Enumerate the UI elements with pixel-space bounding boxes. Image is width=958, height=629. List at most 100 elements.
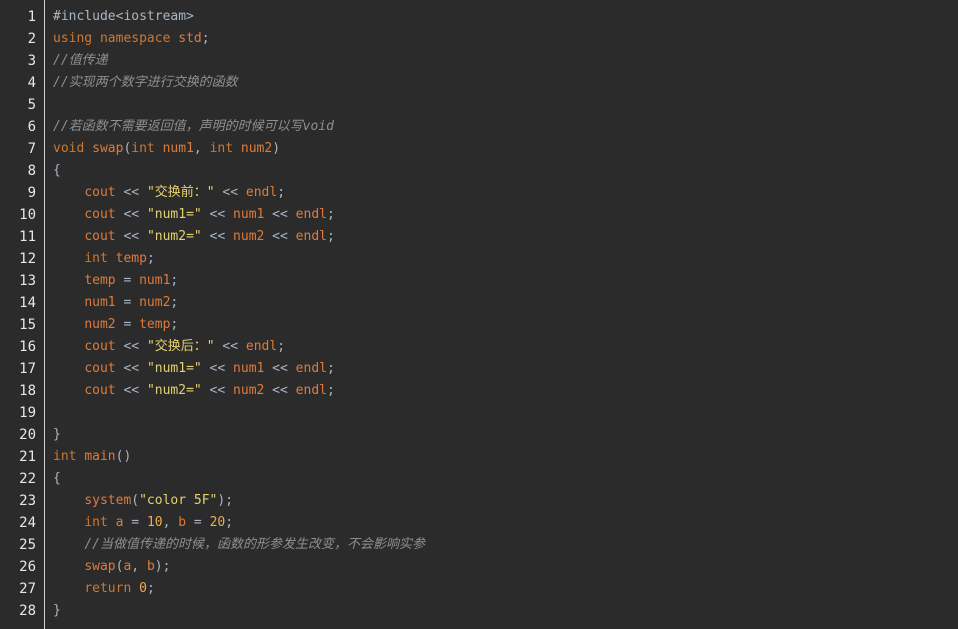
code-line[interactable]: cout << "num1=" << num1 << endl; — [53, 204, 958, 226]
code-token: { — [53, 163, 61, 178]
code-token: << — [201, 229, 234, 244]
line-number: 5 — [27, 97, 36, 113]
code-token: ; — [277, 339, 286, 354]
code-token: = — [123, 515, 147, 530]
code-line[interactable]: { — [53, 468, 958, 490]
code-token: num1 — [233, 207, 265, 222]
code-line[interactable]: num2 = temp; — [53, 314, 958, 336]
code-line[interactable]: int temp; — [53, 248, 958, 270]
line-number: 26 — [19, 559, 36, 575]
code-token: = — [115, 317, 140, 332]
code-token: "num1=" — [146, 207, 202, 222]
code-line[interactable]: cout << "num1=" << num1 << endl; — [53, 358, 958, 380]
code-token: cout — [84, 383, 116, 398]
code-token: << — [115, 185, 147, 200]
code-token: num1 — [233, 361, 265, 376]
code-token: , — [193, 141, 210, 156]
code-token: "交换后：" — [146, 339, 215, 354]
code-token: int — [131, 141, 155, 156]
code-token: std — [178, 31, 202, 46]
code-line[interactable]: num1 = num2; — [53, 292, 958, 314]
code-token: ; — [326, 383, 335, 398]
code-line[interactable]: cout << "交换前：" << endl; — [53, 182, 958, 204]
code-token: ( — [131, 493, 140, 508]
code-line[interactable]: void swap(int num1, int num2) — [53, 138, 958, 160]
line-number: 13 — [19, 273, 36, 289]
line-number: 20 — [19, 427, 36, 443]
code-token: = — [186, 515, 210, 530]
line-number: 23 — [19, 493, 36, 509]
code-line[interactable]: //实现两个数字进行交换的函数 — [53, 72, 958, 94]
code-line[interactable]: cout << "交换后：" << endl; — [53, 336, 958, 358]
code-token: = — [115, 295, 140, 310]
code-token: cout — [84, 207, 116, 222]
code-line[interactable] — [53, 402, 958, 424]
code-token: ; — [326, 229, 335, 244]
code-line[interactable]: system("color 5F"); — [53, 490, 958, 512]
code-token: << — [201, 207, 234, 222]
line-number: 17 — [19, 361, 36, 377]
line-number: 2 — [27, 31, 36, 47]
line-number: 11 — [19, 229, 36, 245]
code-token: << — [264, 383, 296, 398]
code-token: main — [84, 449, 116, 464]
code-token: num1 — [139, 273, 171, 288]
code-token: 20 — [209, 515, 226, 530]
code-token: cout — [84, 361, 116, 376]
code-token: b — [146, 559, 155, 574]
code-token: ; — [201, 31, 210, 46]
code-line[interactable]: int a = 10, b = 20; — [53, 512, 958, 534]
code-line[interactable]: //当做值传递的时候，函数的形参发生改变，不会影响实参 — [53, 534, 958, 556]
line-number-gutter: 1 2 3 4 5 6 7 8 9 10 11 12 13 14 15 16 17 18 19 20 21 22 23 24 2… — [0, 0, 45, 629]
code-line[interactable]: cout << "num2=" << num2 << endl; — [53, 226, 958, 248]
code-token: system — [84, 493, 132, 508]
code-line[interactable]: } — [53, 424, 958, 446]
code-token: return — [84, 581, 132, 596]
code-token: << — [264, 229, 296, 244]
code-line[interactable]: //值传递 — [53, 50, 958, 72]
code-token: << — [264, 361, 296, 376]
code-token: endl — [245, 185, 278, 200]
code-token: "num1=" — [146, 361, 202, 376]
code-token: temp — [84, 273, 116, 288]
line-number: 3 — [27, 53, 36, 69]
code-token: endl — [295, 207, 327, 222]
code-token: using — [53, 31, 93, 46]
code-token: ; — [146, 581, 155, 596]
code-line[interactable]: temp = num1; — [53, 270, 958, 292]
code-line[interactable]: return 0; — [53, 578, 958, 600]
code-area[interactable]: #include<iostream> using namespace std; //… — [45, 0, 958, 629]
code-token: ; — [146, 251, 155, 266]
code-token: num2 — [233, 229, 265, 244]
line-number: 1 — [27, 9, 36, 25]
code-line[interactable]: //若函数不需要返回值，声明的时候可以写void — [53, 116, 958, 138]
code-token: cout — [84, 229, 116, 244]
line-number: 14 — [19, 295, 36, 311]
code-line[interactable]: int main() — [53, 446, 958, 468]
code-editor[interactable]: 1 2 3 4 5 6 7 8 9 10 11 12 13 14 15 16 17 18 19 20 21 22 23 24 2… — [0, 0, 958, 629]
line-number: 7 — [27, 141, 36, 157]
code-line[interactable]: cout << "num2=" << num2 << endl; — [53, 380, 958, 402]
code-line[interactable] — [53, 94, 958, 116]
code-line[interactable]: { — [53, 160, 958, 182]
code-line[interactable]: #include<iostream> — [53, 6, 958, 28]
code-token: endl — [295, 383, 327, 398]
code-token: "color 5F" — [139, 493, 218, 508]
line-number: 27 — [19, 581, 36, 597]
code-line[interactable]: } — [53, 600, 958, 622]
code-line[interactable]: using namespace std; — [53, 28, 958, 50]
code-token: temp — [115, 251, 147, 266]
code-token: #include<iostream> — [53, 9, 194, 24]
code-token: cout — [84, 185, 116, 200]
code-line[interactable]: swap(a, b); — [53, 556, 958, 578]
